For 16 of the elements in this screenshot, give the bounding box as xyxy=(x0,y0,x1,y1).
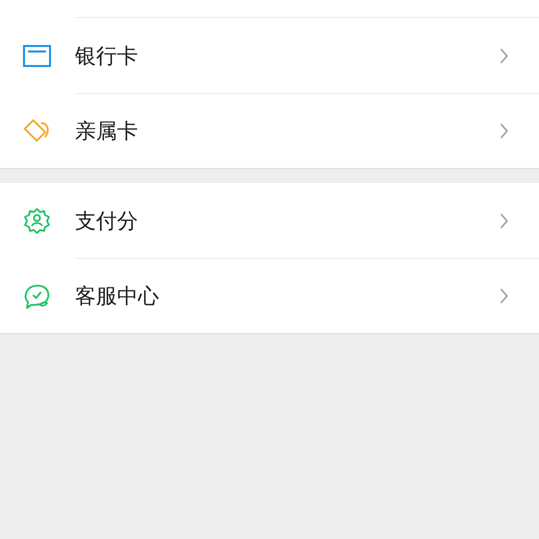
menu-label: 客服中心 xyxy=(75,283,160,310)
chevron-icon xyxy=(499,288,509,304)
menu-label: 亲属卡 xyxy=(75,118,139,145)
badge-person-icon xyxy=(24,208,50,234)
menu-label: 支付分 xyxy=(75,208,139,234)
menu-row[interactable]: 银行卡 xyxy=(0,18,539,93)
chat-check-icon xyxy=(24,284,49,308)
card-icon xyxy=(22,44,50,66)
menu-row[interactable]: 亲属卡 xyxy=(0,93,539,168)
tilted-card-icon xyxy=(23,118,48,142)
menu-row[interactable]: 客服中心 xyxy=(0,258,539,333)
chevron-icon xyxy=(499,212,509,228)
chevron-icon xyxy=(499,48,509,64)
menu-row[interactable]: 支付分 xyxy=(0,183,539,258)
menu-label: 银行卡 xyxy=(75,42,139,70)
chevron-icon xyxy=(499,123,509,139)
